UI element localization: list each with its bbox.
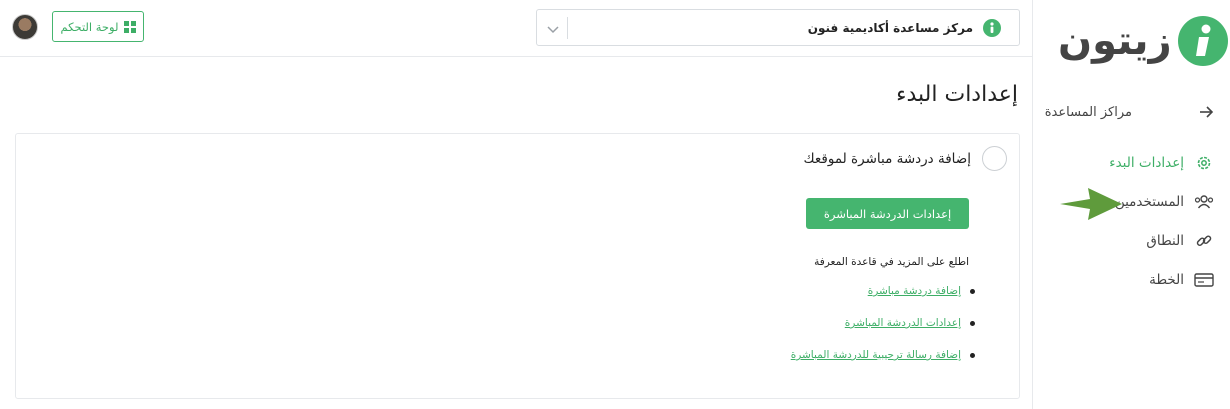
chevron-down-icon[interactable] xyxy=(543,19,563,39)
setup-card: إضافة دردشة مباشرة لموقعك إعدادات الدردش… xyxy=(15,133,1020,399)
kb-link[interactable]: إعدادات الدردشة المباشرة xyxy=(845,317,961,329)
list-item: إعدادات الدردشة المباشرة xyxy=(845,315,975,331)
user-avatar[interactable] xyxy=(12,14,38,40)
help-center-select[interactable]: مركز مساعدة أكاديمية فنون xyxy=(536,9,1020,46)
step-checkbox[interactable] xyxy=(982,146,1007,171)
arrow-right-icon xyxy=(1196,102,1216,122)
step-title: إضافة دردشة مباشرة لموقعك xyxy=(803,151,971,167)
plan-card-icon xyxy=(1194,270,1214,290)
dashboard-button-label: لوحة التحكم xyxy=(60,19,119,34)
brand-name: زيتون xyxy=(1058,18,1173,64)
logo-mark-icon xyxy=(1177,16,1228,66)
brand-logo[interactable]: زيتون xyxy=(1058,14,1228,68)
help-center-name: مركز مساعدة أكاديمية فنون xyxy=(807,20,973,35)
bullet xyxy=(970,320,975,326)
list-item: إضافة رسالة ترحيبية للدردشة المباشرة xyxy=(791,347,975,363)
kb-link[interactable]: إضافة رسالة ترحيبية للدردشة المباشرة xyxy=(791,349,961,361)
dashboard-button[interactable]: لوحة التحكم xyxy=(52,11,144,42)
page-title: إعدادات البدء xyxy=(896,82,1018,107)
sidebar-item-label: إعدادات البدء xyxy=(1109,155,1184,171)
bullet xyxy=(970,352,975,358)
knowledge-base-text: اطلع على المزيد في قاعدة المعرفة xyxy=(814,256,969,268)
grid-icon xyxy=(123,20,136,33)
info-icon xyxy=(983,18,1001,37)
help-centers-back-link[interactable]: مراكز المساعدة xyxy=(1032,96,1230,128)
pointer-arrow-icon xyxy=(1060,188,1122,220)
sidebar-item-plan[interactable]: الخطة xyxy=(1032,265,1230,295)
top-bar: لوحة التحكم مركز مساعدة أكاديمية فنون xyxy=(0,0,1032,57)
sidebar-item-label: المستخدمين xyxy=(1114,194,1184,210)
bullet xyxy=(970,288,975,294)
link-icon xyxy=(1194,231,1214,251)
live-chat-settings-button[interactable]: إعدادات الدردشة المباشرة xyxy=(806,198,969,229)
sidebar-item-domain[interactable]: النطاق xyxy=(1032,226,1230,256)
help-centers-label: مراكز المساعدة xyxy=(1044,104,1132,120)
users-icon xyxy=(1194,192,1214,212)
sidebar-item-label: النطاق xyxy=(1146,233,1184,249)
gear-icon xyxy=(1194,153,1214,173)
kb-link[interactable]: إضافة دردشة مباشرة xyxy=(868,285,961,297)
sidebar-item-label: الخطة xyxy=(1149,272,1184,288)
sidebar-item-setup[interactable]: إعدادات البدء xyxy=(1032,148,1230,178)
list-item: إضافة دردشة مباشرة xyxy=(868,283,975,299)
select-divider xyxy=(567,17,568,39)
